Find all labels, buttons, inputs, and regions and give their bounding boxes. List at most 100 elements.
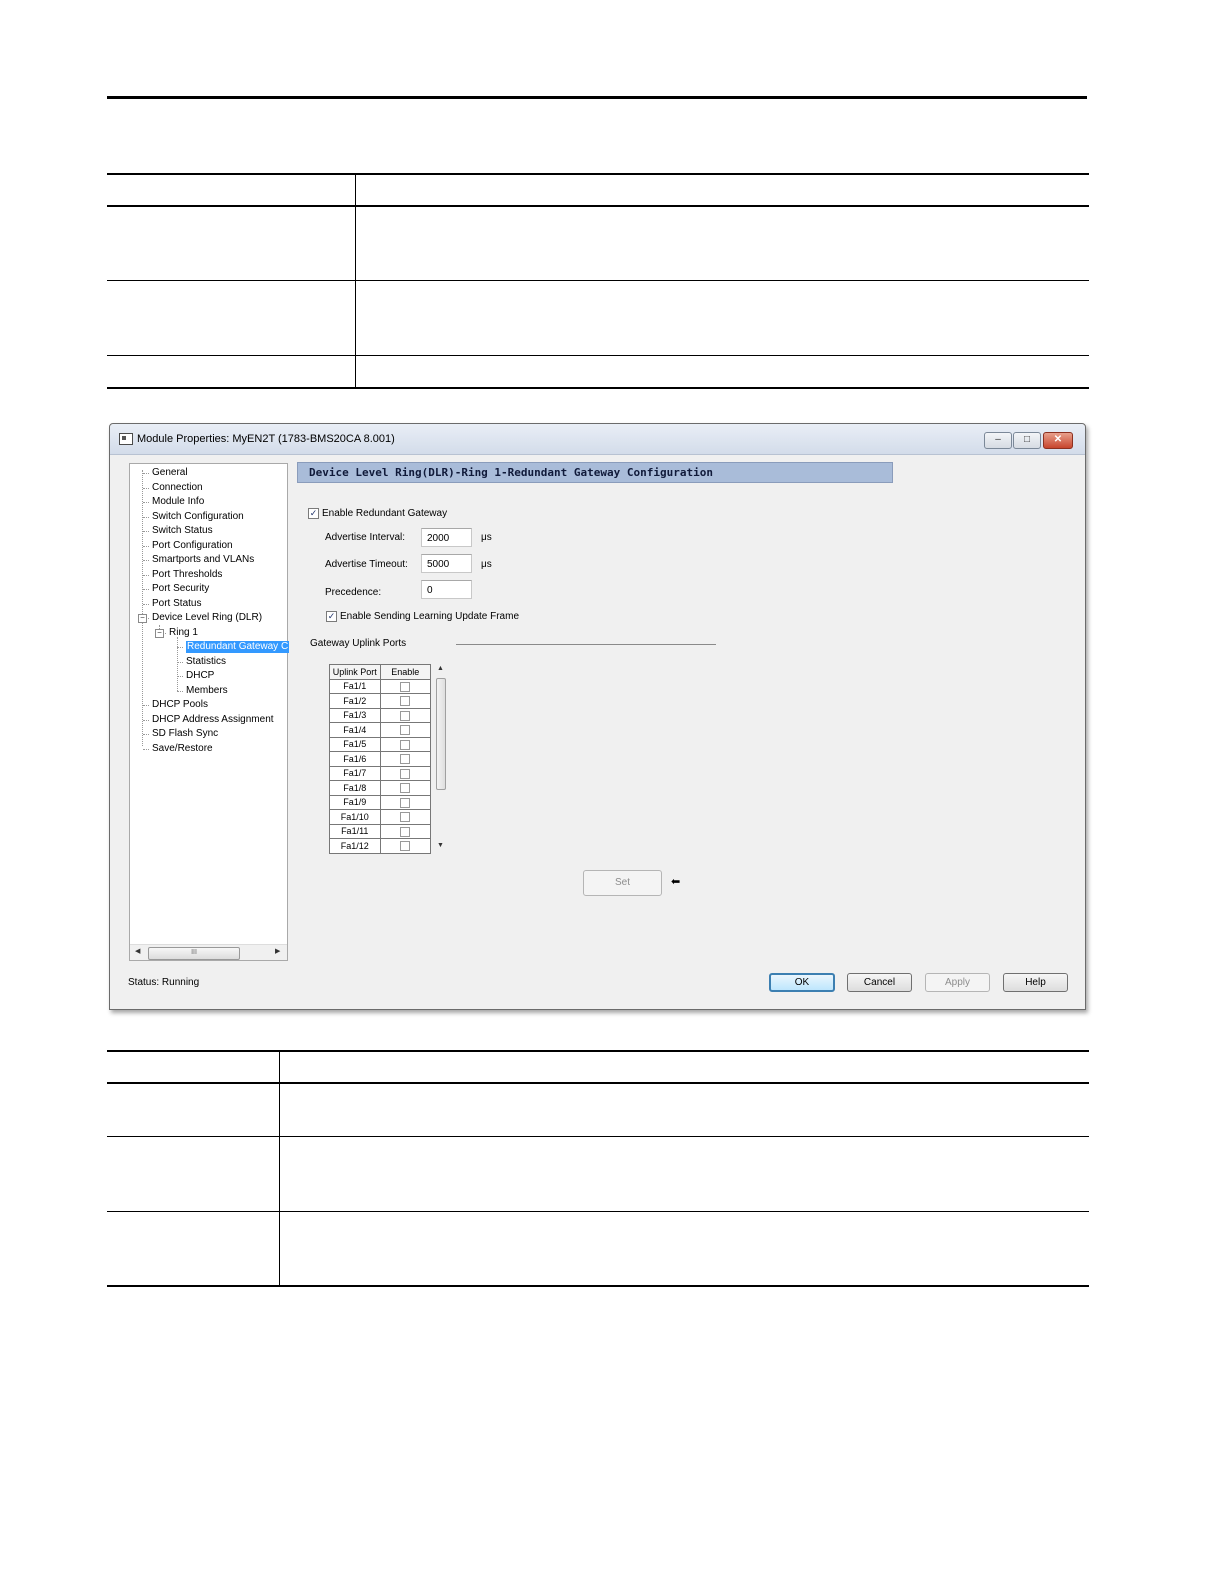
enable-cell xyxy=(379,780,431,796)
scroll-up-arrow-icon[interactable]: ▲ xyxy=(437,665,444,672)
tree-horizontal-scrollbar[interactable]: ◀ III ▶ xyxy=(130,944,287,960)
advertise-timeout-label: Advertise Timeout: xyxy=(325,559,408,570)
tree-item-general[interactable]: General xyxy=(152,467,188,479)
tree-connector xyxy=(143,705,149,706)
enable-redundant-gateway-checkbox[interactable]: ✓ xyxy=(308,508,319,519)
set-button[interactable]: Set xyxy=(583,870,662,896)
enable-port-checkbox[interactable] xyxy=(400,739,411,750)
uplink-port-cell: Fa1/10 xyxy=(329,809,381,825)
tree-item-switch-status[interactable]: Switch Status xyxy=(152,525,213,537)
window-title: Module Properties: MyEN2T (1783-BMS20CA … xyxy=(137,433,395,445)
tree-connector xyxy=(143,589,149,590)
table-row: Fa1/2 xyxy=(329,693,431,709)
tree-item-sd-flash-sync[interactable]: SD Flash Sync xyxy=(152,728,218,740)
advertise-timeout-unit: μs xyxy=(481,559,492,570)
enable-cell xyxy=(379,707,431,723)
enable-cell xyxy=(379,722,431,738)
tree-item-port-configuration[interactable]: Port Configuration xyxy=(152,540,233,552)
column-header-enable[interactable]: Enable xyxy=(379,664,431,680)
grid-vertical-scrollbar[interactable]: ▲ ▼ xyxy=(434,664,447,854)
tree-item-redundant-gateway-c[interactable]: Redundant Gateway C xyxy=(186,641,290,653)
enable-port-checkbox[interactable] xyxy=(400,812,411,823)
ok-button[interactable]: OK xyxy=(769,973,835,992)
tree-item-port-thresholds[interactable]: Port Thresholds xyxy=(152,569,222,581)
tree-item-ring-1[interactable]: Ring 1 xyxy=(169,627,198,639)
enable-port-checkbox[interactable] xyxy=(400,681,411,692)
tree-connector xyxy=(177,647,183,648)
tree-connector xyxy=(143,516,149,518)
advertise-interval-input[interactable]: 2000 xyxy=(421,528,472,547)
enable-port-checkbox[interactable] xyxy=(400,710,411,721)
enable-port-checkbox[interactable] xyxy=(400,783,411,794)
tree-item-smartports-and-vlans[interactable]: Smartports and VLANs xyxy=(152,554,254,566)
tree-item-connection[interactable]: Connection xyxy=(152,482,203,494)
uplink-port-cell: Fa1/7 xyxy=(329,765,381,781)
uplink-port-cell: Fa1/6 xyxy=(329,751,381,767)
uplink-port-cell: Fa1/4 xyxy=(329,722,381,738)
uplink-port-cell: Fa1/11 xyxy=(329,823,381,839)
uplink-port-cell: Fa1/9 xyxy=(329,794,381,810)
tree-connector xyxy=(143,473,149,474)
scroll-left-arrow-icon[interactable]: ◀ xyxy=(135,947,140,955)
uplink-port-cell: Fa1/8 xyxy=(329,780,381,796)
apply-button[interactable]: Apply xyxy=(925,973,990,992)
column-header-uplink-port[interactable]: Uplink Port xyxy=(329,664,381,680)
tree-connector xyxy=(177,676,183,677)
maximize-button[interactable]: □ xyxy=(1013,432,1041,449)
tree-item-port-security[interactable]: Port Security xyxy=(152,583,209,595)
collapse-icon[interactable]: − xyxy=(155,628,164,638)
collapse-icon[interactable]: − xyxy=(138,614,147,623)
enable-port-checkbox[interactable] xyxy=(400,696,411,707)
status-text: Status: Running xyxy=(128,977,200,988)
tree-item-save-restore[interactable]: Save/Restore xyxy=(152,743,213,755)
table-row: Fa1/12 xyxy=(329,838,431,854)
scroll-right-arrow-icon[interactable]: ▶ xyxy=(275,947,280,955)
tree-item-device-level-ring-dlr[interactable]: Device Level Ring (DLR) xyxy=(152,612,262,624)
tree-item-dhcp-address-assignment[interactable]: DHCP Address Assignment xyxy=(152,714,274,726)
enable-cell xyxy=(379,736,431,752)
enable-port-checkbox[interactable] xyxy=(400,754,411,765)
close-button[interactable]: ✕ xyxy=(1043,432,1073,449)
scroll-thumb[interactable]: III xyxy=(148,947,240,960)
minimize-button[interactable]: – xyxy=(984,432,1012,449)
enable-cell xyxy=(379,809,431,825)
scroll-down-arrow-icon[interactable]: ▼ xyxy=(437,842,444,849)
tree-connector xyxy=(177,690,183,692)
tree-item-dhcp-pools[interactable]: DHCP Pools xyxy=(152,699,208,711)
advertise-timeout-input[interactable]: 5000 xyxy=(421,554,472,573)
table-row: Fa1/1 xyxy=(329,678,431,694)
tree-connector xyxy=(143,487,149,489)
cancel-button[interactable]: Cancel xyxy=(847,973,912,992)
enable-cell xyxy=(379,678,431,694)
tree-item-port-status[interactable]: Port Status xyxy=(152,598,201,610)
grid-scroll-thumb[interactable] xyxy=(436,678,446,790)
tree-item-dhcp[interactable]: DHCP xyxy=(186,670,214,682)
tree-item-switch-configuration[interactable]: Switch Configuration xyxy=(152,511,244,523)
tree-item-module-info[interactable]: Module Info xyxy=(152,496,204,508)
navigation-tree: ◀ III ▶ General Connection Module Info Swit… xyxy=(129,463,290,961)
enable-learning-update-checkbox[interactable]: ✓ xyxy=(326,611,337,622)
section-header-title: Device Level Ring(DLR)-Ring 1-Redundant … xyxy=(309,466,713,479)
enable-port-checkbox[interactable] xyxy=(400,768,411,779)
tree-item-statistics[interactable]: Statistics xyxy=(186,656,226,668)
top-rule xyxy=(107,96,1087,99)
precedence-label: Precedence: xyxy=(325,587,382,598)
enable-port-checkbox[interactable] xyxy=(400,841,411,852)
tree-connector xyxy=(143,502,149,503)
table-row: Fa1/10 xyxy=(329,809,431,825)
gateway-uplink-ports-label: Gateway Uplink Ports xyxy=(310,638,407,649)
tree-connector xyxy=(143,574,149,576)
enable-port-checkbox[interactable] xyxy=(400,725,411,736)
table-row: Fa1/3 xyxy=(329,707,431,723)
help-button[interactable]: Help xyxy=(1003,973,1068,992)
precedence-input[interactable]: 0 xyxy=(421,580,472,599)
enable-learning-update-label: Enable Sending Learning Update Frame xyxy=(340,611,520,622)
tree-item-members[interactable]: Members xyxy=(186,685,228,697)
enable-cell xyxy=(379,823,431,839)
enable-port-checkbox[interactable] xyxy=(400,826,411,837)
tree-connector xyxy=(143,734,149,735)
tree-connector xyxy=(143,719,149,721)
enable-cell xyxy=(379,751,431,767)
table-row: Fa1/5 xyxy=(329,736,431,752)
enable-port-checkbox[interactable] xyxy=(400,797,411,808)
